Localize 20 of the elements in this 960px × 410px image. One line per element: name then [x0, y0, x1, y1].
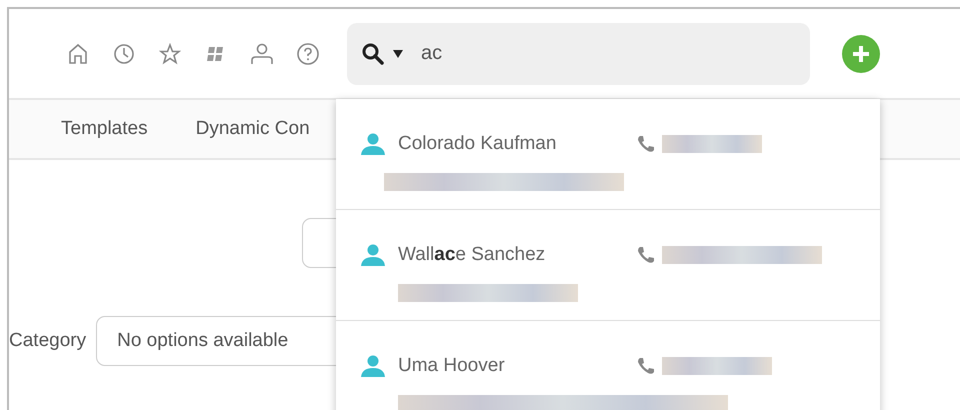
nav-tab[interactable]: Dynamic Con: [196, 118, 310, 140]
add-button[interactable]: [842, 34, 880, 72]
contact-name: Wallace Sanchez: [398, 244, 546, 266]
category-label: Category: [9, 330, 86, 352]
search-field[interactable]: ac: [347, 22, 810, 84]
search-input[interactable]: ac: [419, 41, 723, 66]
person-icon: [360, 355, 386, 377]
contact-name: Colorado Kaufman: [398, 133, 558, 155]
result-item[interactable]: Colorado Kaufman: [336, 99, 880, 210]
plus-icon: [851, 44, 871, 64]
caret-icon[interactable]: [393, 50, 403, 58]
phone-icon: [636, 245, 656, 265]
phone-icon: [636, 356, 656, 376]
phone-icon: [636, 134, 656, 154]
result-item[interactable]: Wallace Sanchez: [336, 210, 880, 321]
person-icon: [360, 244, 386, 266]
nav-tab[interactable]: Templates: [61, 118, 148, 140]
contact-name: Uma Hoover: [398, 355, 506, 377]
search-icon: [361, 42, 385, 66]
person-icon: [360, 133, 386, 155]
